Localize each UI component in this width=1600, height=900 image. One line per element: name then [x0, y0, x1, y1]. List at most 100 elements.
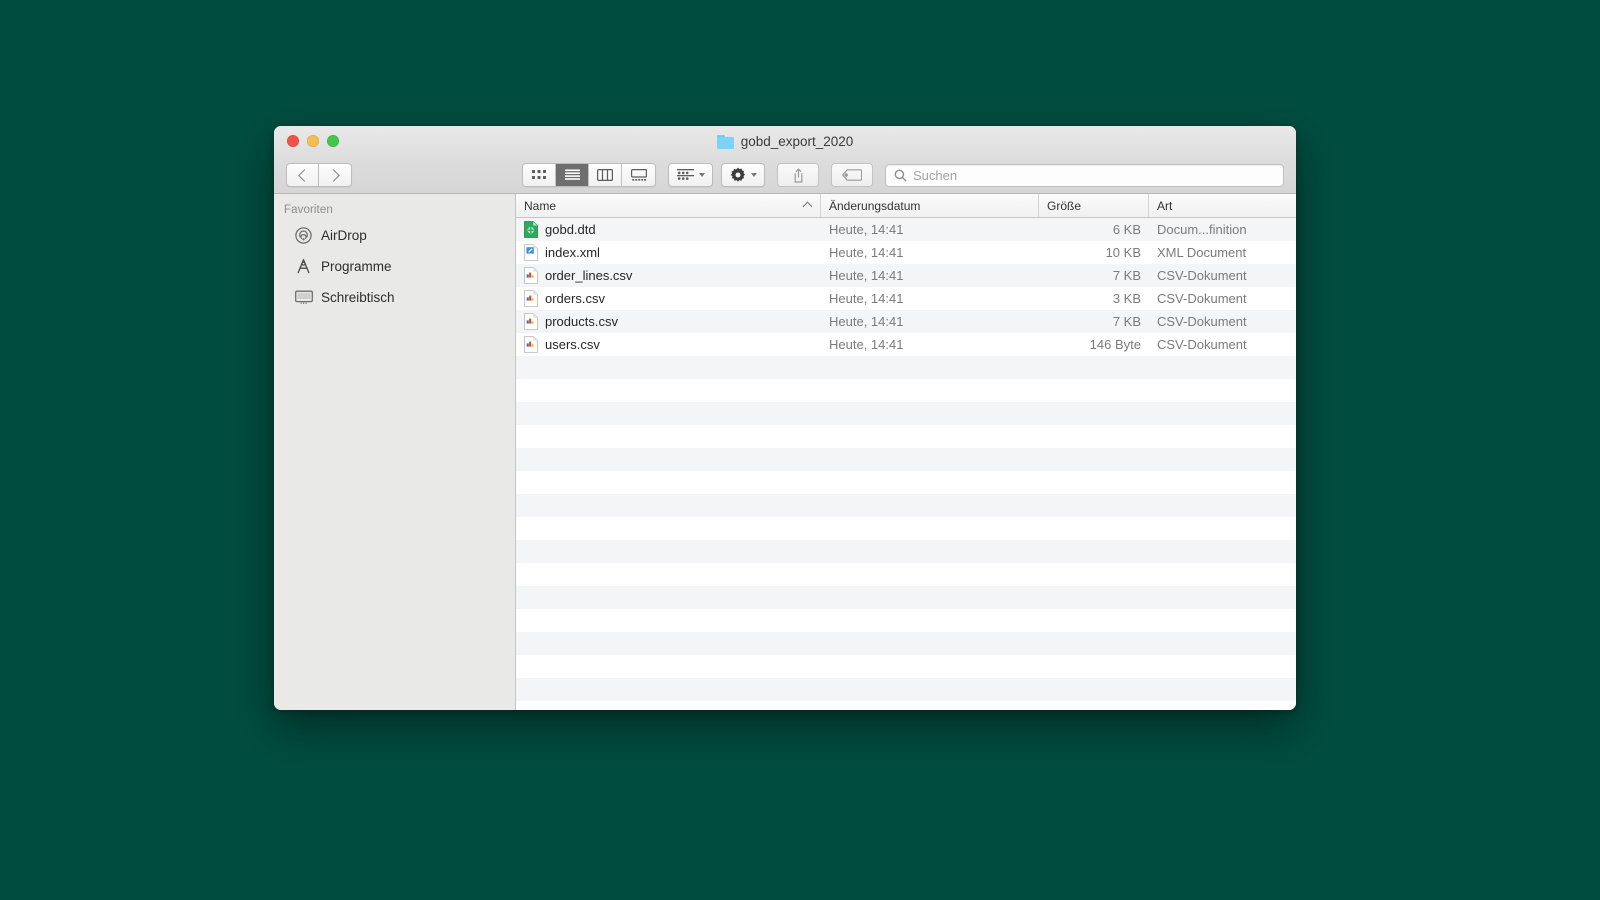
search-icon — [894, 169, 907, 182]
column-header-kind[interactable]: Art — [1149, 194, 1296, 217]
empty-row — [516, 448, 1296, 471]
close-button[interactable] — [287, 135, 299, 147]
file-size-cell: 10 KB — [1039, 245, 1149, 260]
zoom-button[interactable] — [327, 135, 339, 147]
csv-file-icon — [524, 267, 538, 284]
csv-file-icon — [524, 267, 538, 284]
file-size-cell: 7 KB — [1039, 314, 1149, 329]
file-name-cell: users.csv — [516, 336, 821, 353]
file-kind-cell: XML Document — [1149, 245, 1296, 260]
csv-file-icon — [524, 290, 538, 307]
table-row[interactable]: products.csv Heute, 14:417 KBCSV-Dokument — [516, 310, 1296, 333]
empty-row — [516, 701, 1296, 710]
column-header-label: Name — [524, 199, 556, 213]
file-kind-cell: CSV-Dokument — [1149, 314, 1296, 329]
chevron-down-icon — [751, 173, 757, 177]
empty-row — [516, 586, 1296, 609]
file-date-cell: Heute, 14:41 — [821, 222, 1039, 237]
empty-row — [516, 356, 1296, 379]
empty-row — [516, 379, 1296, 402]
file-name-label: orders.csv — [545, 291, 605, 306]
navigation-buttons — [286, 163, 352, 187]
chevron-left-icon — [298, 169, 311, 182]
column-headers: Name Änderungsdatum Größe Art — [516, 194, 1296, 218]
sidebar-item-label: AirDrop — [321, 228, 367, 243]
file-name-label: products.csv — [545, 314, 618, 329]
file-kind-cell: Docum...finition — [1149, 222, 1296, 237]
gear-icon — [730, 167, 746, 183]
file-date-cell: Heute, 14:41 — [821, 291, 1039, 306]
window-titlebar[interactable]: gobd_export_2020 — [274, 126, 1296, 194]
traffic-light-group — [287, 135, 339, 147]
finder-window: gobd_export_2020 — [274, 126, 1296, 710]
file-name-cell: gobd.dtd — [516, 221, 821, 238]
back-button[interactable] — [286, 163, 319, 187]
column-view-button[interactable] — [589, 164, 622, 186]
column-header-name[interactable]: Name — [516, 194, 821, 217]
sidebar-item-label: Schreibtisch — [321, 290, 395, 305]
file-name-label: order_lines.csv — [545, 268, 632, 283]
empty-row — [516, 471, 1296, 494]
view-mode-segmented-control — [522, 163, 656, 187]
file-size-cell: 7 KB — [1039, 268, 1149, 283]
empty-row — [516, 517, 1296, 540]
file-name-label: users.csv — [545, 337, 600, 352]
column-header-label: Änderungsdatum — [829, 199, 920, 213]
gallery-view-icon — [631, 169, 647, 181]
window-title-text: gobd_export_2020 — [741, 134, 854, 149]
arrange-button[interactable] — [668, 163, 713, 187]
file-kind-cell: CSV-Dokument — [1149, 291, 1296, 306]
table-row[interactable]: index.xmlHeute, 14:4110 KBXML Document — [516, 241, 1296, 264]
file-date-cell: Heute, 14:41 — [821, 337, 1039, 352]
forward-button[interactable] — [319, 163, 352, 187]
empty-row — [516, 632, 1296, 655]
table-row[interactable]: users.csvHeute, 14:41146 ByteCSV-Dokumen… — [516, 333, 1296, 356]
sidebar-section-favoriten: Favoriten — [274, 204, 515, 220]
column-view-icon — [597, 169, 613, 181]
file-list-pane: Name Änderungsdatum Größe Art gobd.dtd He… — [516, 194, 1296, 710]
sidebar-item-schreibtisch[interactable]: Schreibtisch — [274, 282, 515, 313]
empty-row — [516, 402, 1296, 425]
folder-icon — [717, 135, 734, 149]
sidebar-item-programme[interactable]: Programme — [274, 251, 515, 282]
search-input[interactable]: Suchen — [885, 164, 1284, 187]
share-button[interactable] — [777, 163, 819, 187]
file-name-cell: products.csv — [516, 313, 821, 330]
icon-view-icon — [532, 170, 547, 181]
file-name-label: gobd.dtd — [545, 222, 596, 237]
dtd-file-icon — [524, 221, 538, 238]
search-placeholder: Suchen — [913, 169, 957, 182]
empty-row — [516, 678, 1296, 701]
file-rows[interactable]: gobd.dtdHeute, 14:416 KBDocum...finition… — [516, 218, 1296, 710]
column-header-size[interactable]: Größe — [1039, 194, 1149, 217]
empty-row — [516, 494, 1296, 517]
action-button[interactable] — [721, 163, 765, 187]
empty-row — [516, 540, 1296, 563]
chevron-right-icon — [327, 169, 340, 182]
csv-file-icon — [524, 336, 538, 353]
file-date-cell: Heute, 14:41 — [821, 314, 1039, 329]
gallery-view-button[interactable] — [622, 164, 655, 186]
file-name-cell: order_lines.csv — [516, 267, 821, 284]
tags-button[interactable] — [831, 163, 873, 187]
file-kind-cell: CSV-Dokument — [1149, 268, 1296, 283]
file-date-cell: Heute, 14:41 — [821, 268, 1039, 283]
arrange-icon — [677, 169, 694, 181]
minimize-button[interactable] — [307, 135, 319, 147]
chevron-down-icon — [699, 173, 705, 177]
xml-file-icon — [524, 244, 538, 261]
sidebar-item-airdrop[interactable]: AirDrop — [274, 220, 515, 251]
file-size-cell: 6 KB — [1039, 222, 1149, 237]
sidebar: Favoriten AirDrop — [274, 194, 516, 710]
table-row[interactable]: order_lines.csv Heute, 14:417 KBCSV-Dokum… — [516, 264, 1296, 287]
empty-row — [516, 425, 1296, 448]
icon-view-button[interactable] — [523, 164, 556, 186]
window-title: gobd_export_2020 — [274, 134, 1296, 149]
table-row[interactable]: orders.csvHeute, 14:413 KBCSV-Dokument — [516, 287, 1296, 310]
list-view-icon — [565, 169, 580, 181]
sort-ascending-icon — [803, 202, 813, 212]
column-header-date[interactable]: Änderungsdatum — [821, 194, 1039, 217]
table-row[interactable]: gobd.dtd Heute, 14:416 KBDocum...finition — [516, 218, 1296, 241]
applications-icon — [294, 257, 313, 276]
list-view-button[interactable] — [556, 164, 589, 186]
